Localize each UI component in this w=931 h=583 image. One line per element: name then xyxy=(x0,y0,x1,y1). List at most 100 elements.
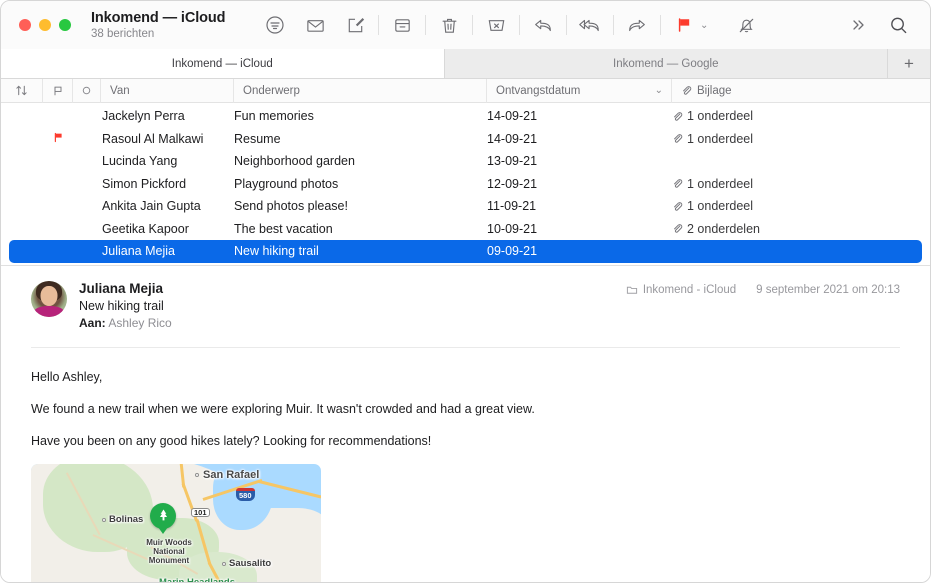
minimize-button[interactable] xyxy=(39,19,51,31)
reply-icon[interactable] xyxy=(523,8,563,42)
compose-icon[interactable] xyxy=(335,8,375,42)
row-from: Simon Pickford xyxy=(101,177,234,191)
column-flag-header[interactable] xyxy=(43,79,73,103)
message-list: Jackelyn Perra Fun memories 14-09-21 1 o… xyxy=(1,103,930,266)
tree-icon xyxy=(156,508,171,523)
row-date: 09-09-21 xyxy=(487,244,672,258)
forward-icon[interactable] xyxy=(617,8,657,42)
row-attachment: 2 onderdelen xyxy=(672,222,922,236)
table-row[interactable]: Simon Pickford Playground photos 12-09-2… xyxy=(9,173,922,196)
toolbar: ⌄ xyxy=(255,8,766,42)
archive-icon[interactable] xyxy=(382,8,422,42)
tree-pin-icon[interactable] xyxy=(150,503,176,529)
message-body: Hello Ashley, We found a new trail when … xyxy=(31,348,900,450)
row-date: 12-09-21 xyxy=(487,177,672,191)
traffic-lights xyxy=(19,19,71,31)
row-date: 13-09-21 xyxy=(487,154,672,168)
route-shield-101: 101 xyxy=(191,508,210,518)
map-label-bolinas: Bolinas xyxy=(109,515,143,526)
body-paragraph: Have you been on any good hikes lately? … xyxy=(31,432,900,450)
mail-window: Inkomend — iCloud 38 berichten xyxy=(0,0,931,583)
avatar-face xyxy=(41,286,58,306)
flag-icon xyxy=(53,132,64,145)
titlebar: Inkomend — iCloud 38 berichten xyxy=(1,1,930,49)
toolbar-right xyxy=(838,8,918,42)
row-subject: Playground photos xyxy=(234,177,487,191)
message-meta: Inkomend - iCloud 9 september 2021 om 20… xyxy=(626,284,900,296)
table-row[interactable]: Lucinda Yang Neighborhood garden 13-09-2… xyxy=(9,150,922,173)
message-recipients: Aan: Ashley Rico xyxy=(79,316,172,330)
mailbox-icon xyxy=(626,284,638,296)
window-title-block: Inkomend — iCloud 38 berichten xyxy=(91,10,241,40)
row-subject: Resume xyxy=(234,132,487,146)
column-header-attachment-label: Bijlage xyxy=(697,85,732,97)
mailbox-label: Inkomend - iCloud xyxy=(643,284,736,296)
body-paragraph: We found a new trail when we were explor… xyxy=(31,400,900,418)
message-subject: New hiking trail xyxy=(79,299,172,313)
column-sort-button[interactable] xyxy=(1,79,43,103)
tab-inkomend-google[interactable]: Inkomend — Google xyxy=(445,49,889,78)
junk-icon[interactable] xyxy=(476,8,516,42)
more-icon[interactable] xyxy=(838,8,878,42)
table-row[interactable]: Jackelyn Perra Fun memories 14-09-21 1 o… xyxy=(9,105,922,128)
body-paragraph: Hello Ashley, xyxy=(31,368,900,386)
table-row[interactable]: Rasoul Al Malkawi Resume 14-09-21 1 onde… xyxy=(9,128,922,151)
tab-label: Inkomend — Google xyxy=(613,58,718,70)
toolbar-divider xyxy=(566,15,567,35)
column-unread-header[interactable] xyxy=(73,79,101,103)
zoom-button[interactable] xyxy=(59,19,71,31)
column-header-from[interactable]: Van xyxy=(101,79,234,103)
row-from: Geetika Kapoor xyxy=(101,222,234,236)
table-row[interactable]: Juliana Mejia New hiking trail 09-09-21 xyxy=(9,240,922,263)
new-tab-button[interactable]: + xyxy=(888,49,930,78)
trash-icon[interactable] xyxy=(429,8,469,42)
route-shield-580: 580 xyxy=(236,488,255,502)
column-headers: Van Onderwerp Ontvangstdatum ⌄ Bijlage xyxy=(1,79,930,103)
toolbar-divider xyxy=(613,15,614,35)
filter-icon[interactable] xyxy=(255,8,295,42)
message-to-label: Aan: xyxy=(79,316,106,330)
chevron-down-icon[interactable]: ⌄ xyxy=(700,20,708,31)
toolbar-divider xyxy=(660,15,661,35)
close-button[interactable] xyxy=(19,19,31,31)
row-from: Ankita Jain Gupta xyxy=(101,199,234,213)
map-attachment[interactable]: 101 580 San Rafael Bolinas Sausalito Mui… xyxy=(31,464,321,583)
city-dot-san-rafael xyxy=(195,473,199,477)
column-header-date-label: Ontvangstdatum xyxy=(496,85,580,97)
row-subject: Fun memories xyxy=(234,109,487,123)
table-row[interactable]: Ankita Jain Gupta Send photos please! 11… xyxy=(9,195,922,218)
row-date: 14-09-21 xyxy=(487,109,672,123)
search-icon[interactable] xyxy=(878,8,918,42)
toolbar-divider xyxy=(472,15,473,35)
message-count: 38 berichten xyxy=(91,28,241,40)
row-attachment-label: 1 onderdeel xyxy=(687,199,753,213)
table-row[interactable]: Geetika Kapoor The best vacation 10-09-2… xyxy=(9,218,922,241)
message-pane: Inkomend - iCloud 9 september 2021 om 20… xyxy=(1,266,930,583)
reply-all-icon[interactable] xyxy=(570,8,610,42)
city-dot-sausalito xyxy=(222,562,226,566)
row-attachment: 1 onderdeel xyxy=(672,199,922,213)
chevron-down-icon[interactable]: ⌄ xyxy=(655,85,663,96)
tab-inkomend-icloud[interactable]: Inkomend — iCloud xyxy=(1,49,445,78)
toolbar-divider xyxy=(519,15,520,35)
row-attachment: 1 onderdeel xyxy=(672,109,922,123)
map-label-marin-headlands: Marin Headlands xyxy=(159,578,235,583)
column-header-date[interactable]: Ontvangstdatum ⌄ xyxy=(487,79,672,103)
mailbox-icon[interactable] xyxy=(295,8,335,42)
toolbar-divider xyxy=(425,15,426,35)
row-subject: Neighborhood garden xyxy=(234,154,487,168)
column-header-subject[interactable]: Onderwerp xyxy=(234,79,487,103)
column-header-attachment[interactable]: Bijlage xyxy=(672,79,930,103)
row-flag-cell[interactable] xyxy=(43,132,73,145)
row-attachment: 1 onderdeel xyxy=(672,132,922,146)
row-date: 10-09-21 xyxy=(487,222,672,236)
city-dot-bolinas xyxy=(102,518,106,522)
flag-icon[interactable] xyxy=(664,8,704,42)
mute-icon[interactable] xyxy=(726,8,766,42)
map-label-san-rafael: San Rafael xyxy=(203,469,259,482)
message-header-text: Juliana Mejia New hiking trail Aan: Ashl… xyxy=(79,280,172,330)
toolbar-divider xyxy=(378,15,379,35)
row-subject: New hiking trail xyxy=(234,244,487,258)
row-from: Jackelyn Perra xyxy=(101,109,234,123)
message-to-value[interactable]: Ashley Rico xyxy=(108,316,171,330)
